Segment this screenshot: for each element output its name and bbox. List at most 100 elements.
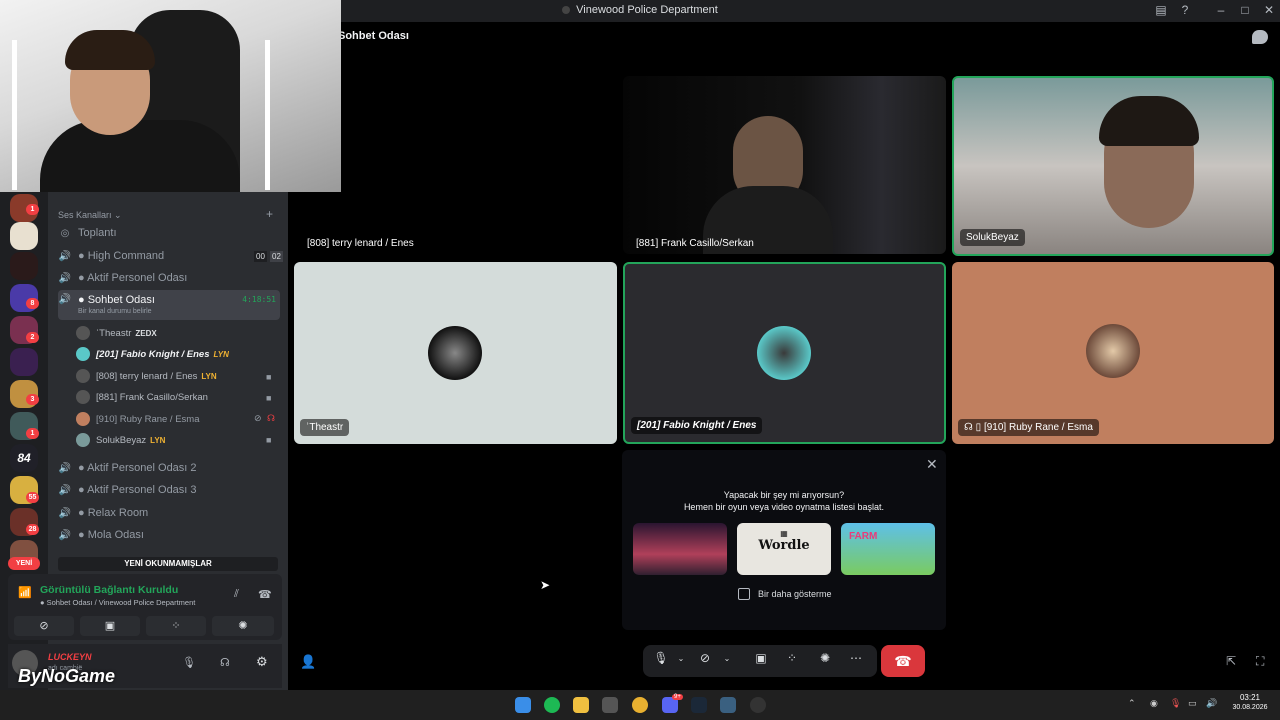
category-label: Ses Kanalları [58,210,112,220]
voice-member[interactable]: [910] Ruby Rane / Esma [76,410,200,428]
app-icon[interactable] [720,697,736,713]
deafened-icon: ☊ [267,413,275,423]
soundboard-button[interactable]: ✺ [212,616,274,636]
video-icon: ■ [266,372,272,382]
server-icon[interactable] [10,348,38,376]
steam-icon[interactable] [691,697,707,713]
activities-button[interactable]: ⁘ [146,616,206,636]
mic-tray-icon[interactable]: 🎙 [1170,698,1181,709]
avatar [76,412,90,426]
close-icon[interactable]: ✕ [926,456,938,473]
screen-share-icon[interactable]: ▣ [749,651,773,665]
headphones-icon[interactable]: ☊ [220,656,230,669]
activity-card-wordle[interactable]: ▦ Wordle [737,523,831,575]
unread-badge: 55 [26,492,39,503]
camera-options-chevron-icon[interactable]: ⌄ [715,654,739,663]
username[interactable]: LUCKEYN [48,652,92,662]
popout-icon[interactable]: ⇱ [1226,654,1236,668]
volume-icon[interactable]: 🔊 [1206,698,1217,709]
disconnect-button[interactable]: ☎ [881,645,925,677]
voice-member[interactable]: ʾTheastr ZEDX [76,324,157,342]
channel-high-command[interactable]: 🔊 ● High Command 00 02 [58,246,283,266]
add-channel-icon[interactable]: + [266,207,273,221]
close-icon[interactable]: ✕ [1260,3,1278,17]
tray-chevron-icon[interactable]: ⌃ [1128,698,1136,709]
fullscreen-icon[interactable]: ⛶ [1256,654,1264,669]
video-tile-ruby[interactable]: ☊ ▯ [910] Ruby Rane / Esma [952,262,1274,444]
connection-status[interactable]: Görüntülü Bağlantı Kuruldu [40,584,178,596]
channel-aktif-personel[interactable]: 🔊 ● Aktif Personel Odası [58,268,280,288]
file-explorer-icon[interactable] [573,697,589,713]
member-name: SolukBeyaz [96,434,147,446]
avatar [76,369,90,383]
invite-user-icon[interactable]: 👤 [300,654,316,670]
phone-hangup-icon: ☎ [894,653,912,669]
video-tile-fabio[interactable]: [201] Fabio Knight / Enes [623,262,946,444]
disconnect-icon[interactable]: ☎ [258,588,272,601]
server-icon[interactable] [10,222,38,250]
tile-name: SolukBeyaz [960,229,1025,246]
chrome-icon[interactable] [632,697,648,713]
clock-time[interactable]: 03:21 [1232,693,1268,702]
voice-category-header[interactable]: Ses Kanalları ⌄ [58,210,122,221]
app-icon[interactable] [750,697,766,713]
chat-icon[interactable] [1252,30,1268,44]
noise-suppression-icon[interactable]: ⫽ [234,588,239,601]
store-icon[interactable] [602,697,618,713]
activity-card-store[interactable] [633,523,727,575]
call-controls: 🎙 ⌄ ⊘ ⌄ ▣ ⁘ ✺ ⋯ [643,645,877,677]
network-icon[interactable]: ▭ [1188,698,1197,709]
help-icon[interactable]: ? [1176,3,1194,17]
speaker-icon: 🔊 [58,250,72,262]
channel-aktif-personel-2[interactable]: 🔊 ● Aktif Personel Odası 2 [58,458,280,478]
start-icon[interactable] [515,697,531,713]
minimize-icon[interactable]: – [1212,3,1230,17]
location-text: Sohbet Odası / Vinewood Police Departmen… [46,598,196,607]
maximize-icon[interactable]: □ [1236,3,1254,17]
video-tile-theastr[interactable]: ʾTheastr [294,262,617,444]
camera-toggle-button[interactable]: ⊘ [14,616,74,636]
voice-member[interactable]: [201] Fabio Knight / Enes LYN [76,345,229,363]
clock-date[interactable]: 30.08.2026 [1226,704,1274,711]
channel-relax-room[interactable]: 🔊 ● Relax Room [58,503,280,523]
server-icon[interactable] [10,252,38,280]
unread-badge: 1 [26,204,39,215]
new-badge[interactable]: YENİ [8,557,40,570]
voice-member[interactable]: [881] Frank Casillo/Serkan [76,388,208,406]
tile-name: ʾTheastr [300,419,350,436]
more-options-icon[interactable]: ⋯ [844,651,868,665]
signal-icon[interactable]: 📶 [18,586,32,599]
activities-icon[interactable]: ⁘ [780,651,804,665]
channel-sohbet-odasi[interactable]: 🔊 ● Sohbet Odası 4:18:51 Bir kanal durumu… [58,290,280,320]
voice-member[interactable]: SolukBeyaz LYN [76,431,165,449]
camera-off-icon[interactable]: ⊘ [693,651,717,665]
video-icon: ■ [266,393,272,403]
chevron-down-icon: ⌄ [114,210,122,220]
activity-card-farm[interactable]: FARM [841,523,935,575]
user-panel: LUCKEYN adı cambië ByNoGame 🎙 ☊ ⚙ [8,644,282,688]
steam-tray-icon[interactable]: ◉ [1150,698,1158,709]
video-tile-terry[interactable]: [808] terry lenard / Enes [294,76,617,254]
spotify-icon[interactable] [544,697,560,713]
connection-location[interactable]: ● Sohbet Odası / Vinewood Police Departm… [40,598,195,607]
server-icon[interactable]: 84 [10,444,38,472]
video-tile-frank[interactable]: [881] Frank Casillo/Serkan [623,76,946,254]
dont-show-checkbox[interactable] [738,588,750,600]
inbox-icon[interactable]: ▤ [1152,3,1170,17]
clan-tag: LYN [201,371,217,381]
voice-member[interactable]: [808] terry lenard / Enes LYN [76,367,217,385]
tile-name: [808] terry lenard / Enes [307,238,414,249]
gear-icon[interactable]: ⚙ [256,654,268,670]
member-name: ʾTheastr [96,327,132,339]
mic-options-chevron-icon[interactable]: ⌄ [669,654,693,663]
channel-aktif-personel-3[interactable]: 🔊 ● Aktif Personel Odası 3 [58,480,280,500]
tile-name-text: [910] Ruby Rane / Esma [983,422,1093,433]
new-unread-banner[interactable]: YENİ OKUNMAMIŞLAR [58,557,278,571]
soundboard-icon[interactable]: ✺ [813,651,837,665]
channel-toplanti[interactable]: ◎ Toplantı [58,223,280,243]
video-tile-solukbeyaz[interactable]: SolukBeyaz [952,76,1274,256]
channel-mola-odasi[interactable]: 🔊 ● Mola Odası [58,525,280,545]
microphone-icon[interactable]: 🎙 [182,656,196,669]
channel-status[interactable]: Bir kanal durumu belirle [78,308,152,315]
screen-share-button[interactable]: ▣ [80,616,140,636]
